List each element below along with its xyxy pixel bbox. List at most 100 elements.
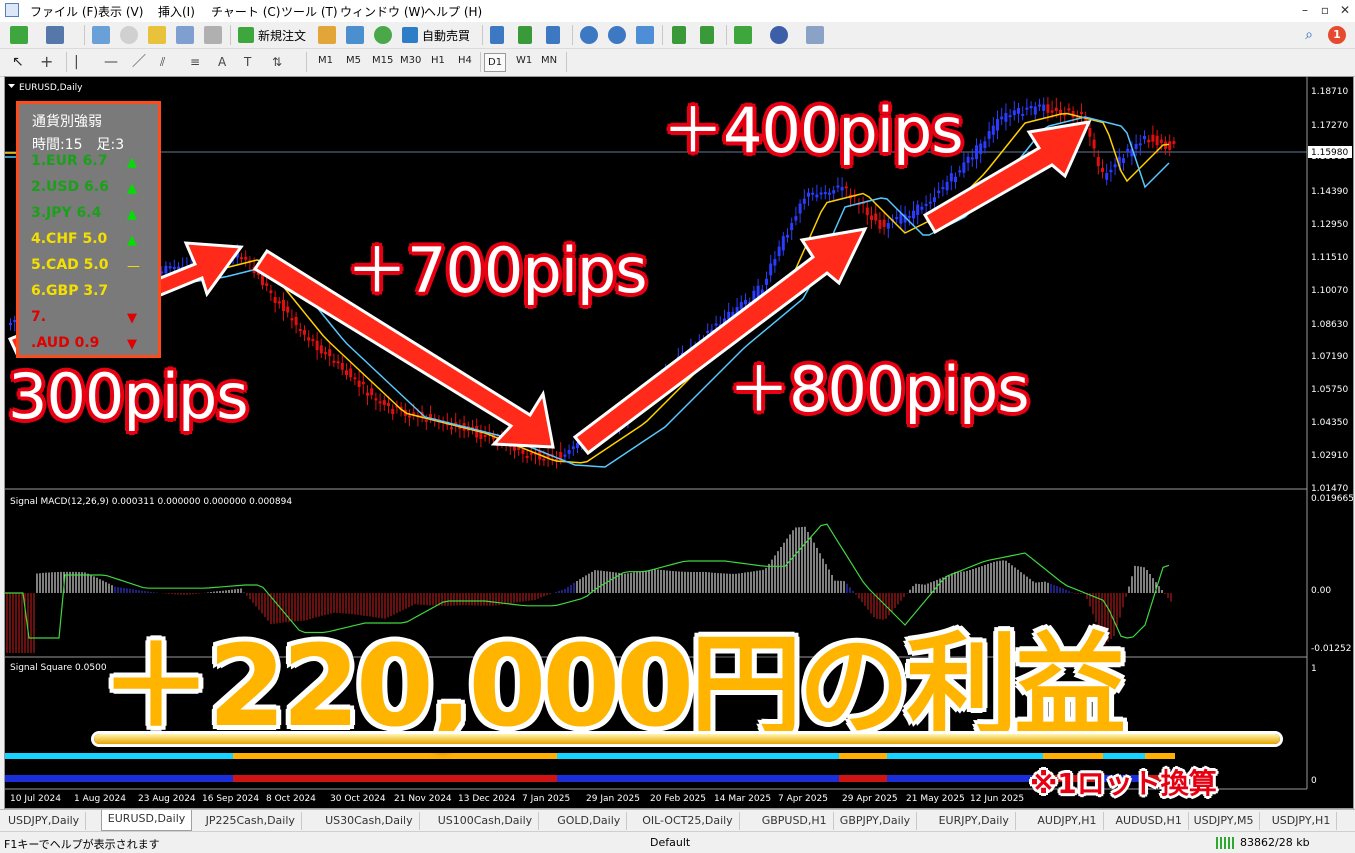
chart-tab[interactable]: GBPJPY,Daily: [834, 812, 918, 830]
menu-help[interactable]: ヘルプ (H): [424, 3, 482, 20]
square-strip-2: [551, 775, 557, 782]
metaeditor-icon[interactable]: [318, 26, 336, 44]
chart-tab[interactable]: US100Cash,Daily: [432, 812, 540, 830]
line-chart-icon[interactable]: [546, 26, 560, 44]
timeframe-mn[interactable]: MN: [541, 55, 557, 66]
square-strip-2: [689, 775, 695, 782]
dropdown-triangle-icon[interactable]: [8, 84, 15, 88]
timeframe-h4[interactable]: H4: [458, 55, 472, 66]
fibonacci-icon[interactable]: ≡: [190, 53, 204, 71]
status-traffic: 83862/28 kb: [1240, 836, 1310, 849]
timeframe-m1[interactable]: M1: [318, 55, 333, 66]
candle-body: [525, 455, 529, 458]
bar-chart-icon[interactable]: [490, 26, 504, 44]
periods-icon[interactable]: [770, 26, 788, 44]
square-strip-2: [497, 775, 503, 782]
market-watch-icon[interactable]: [92, 26, 110, 44]
chart-tab[interactable]: AUDJPY,H1: [1031, 812, 1104, 830]
timeframe-m5[interactable]: M5: [346, 55, 361, 66]
menu-file[interactable]: ファイル (F): [30, 3, 98, 20]
restore-button[interactable]: ▫: [1316, 3, 1334, 18]
zoom-in-icon[interactable]: [580, 26, 598, 44]
minimize-button[interactable]: –: [1296, 3, 1314, 18]
candle-body: [878, 219, 882, 229]
text-icon[interactable]: A: [218, 53, 232, 71]
notification-badge[interactable]: 1: [1328, 26, 1346, 44]
chart-tab[interactable]: USDJPY,Daily: [2, 812, 87, 830]
channel-icon[interactable]: ⫽: [160, 53, 174, 71]
menu-view[interactable]: 表示 (V): [98, 3, 143, 20]
price-tick: 1.18710: [1311, 87, 1348, 97]
square-strip-2: [443, 775, 449, 782]
auto-scroll-icon[interactable]: [672, 26, 686, 44]
timeframe-m15[interactable]: M15: [372, 55, 393, 66]
square-strip-2: [59, 775, 65, 782]
chart-tab[interactable]: AUDUSD,H1: [1110, 812, 1189, 830]
timeframe-h1[interactable]: H1: [431, 55, 445, 66]
chart-tab[interactable]: GBPUSD,H1: [756, 812, 834, 830]
candle-body: [336, 361, 340, 364]
timeframe-w1[interactable]: W1: [516, 55, 532, 66]
search-icon[interactable]: ⌕: [1300, 26, 1318, 44]
candle-body: [1147, 139, 1151, 143]
chart-tab[interactable]: USDJPY,M5: [1188, 812, 1261, 830]
data-window-icon[interactable]: [120, 26, 138, 44]
zoom-out-icon[interactable]: [608, 26, 626, 44]
terminal-icon[interactable]: [176, 26, 194, 44]
templates-icon[interactable]: [806, 26, 824, 44]
cursor-icon[interactable]: ↖: [12, 53, 24, 71]
chart-tab[interactable]: OIL-OCT25,Daily: [636, 812, 740, 830]
timeframe-m30[interactable]: M30: [400, 55, 421, 66]
signals-icon[interactable]: [346, 26, 364, 44]
auto-trade-icon[interactable]: [402, 27, 418, 43]
date-tick: 1 Aug 2024: [74, 794, 126, 804]
vertical-line-icon[interactable]: |: [74, 53, 86, 71]
tile-windows-icon[interactable]: [636, 26, 654, 44]
candlestick-icon[interactable]: [518, 26, 532, 44]
new-order-icon[interactable]: [238, 27, 254, 43]
crosshair-icon[interactable]: +: [40, 53, 54, 71]
chart-tab[interactable]: GOLD,Daily: [551, 812, 628, 830]
timeframe-d1[interactable]: D1: [484, 53, 507, 72]
new-order-button[interactable]: 新規注文: [258, 27, 306, 44]
trendline-icon[interactable]: ／: [132, 53, 146, 71]
chart-tab[interactable]: EURJPY,Daily: [933, 812, 1016, 830]
new-chart-icon[interactable]: [10, 26, 28, 44]
date-tick: 7 Jan 2025: [522, 794, 570, 804]
chart-tab[interactable]: EURUSD,Daily: [100, 810, 193, 831]
strategy-tester-icon[interactable]: [204, 26, 222, 44]
candle-body: [542, 458, 546, 461]
square-strip-2: [779, 775, 785, 782]
close-button[interactable]: ✕: [1336, 3, 1354, 18]
navigator-icon[interactable]: [148, 26, 166, 44]
horizontal-line-icon[interactable]: —: [104, 53, 118, 71]
candle-body: [366, 392, 369, 396]
currency-row-label: 7.: [31, 309, 47, 325]
menu-window[interactable]: ウィンドウ (W): [340, 3, 425, 20]
chart-shift-icon[interactable]: [700, 26, 714, 44]
chart-tab[interactable]: US30Cash,Daily: [319, 812, 420, 830]
square-strip-2: [665, 775, 671, 782]
chart-tab[interactable]: JP225Cash,Daily: [200, 812, 302, 830]
chart-tab[interactable]: USDJPY,H1: [1266, 812, 1338, 830]
text-label-icon[interactable]: T: [244, 53, 258, 71]
auto-trade-button[interactable]: 自動売買: [422, 27, 470, 44]
candle-body: [311, 339, 315, 342]
menu-insert[interactable]: 挿入(I): [158, 3, 195, 20]
profiles-icon[interactable]: [46, 26, 64, 44]
candle-body: [920, 206, 924, 210]
indicators-icon[interactable]: [734, 26, 752, 44]
candle-body: [298, 328, 302, 331]
date-tick: 8 Oct 2024: [266, 794, 316, 804]
square-strip-1: [47, 753, 53, 759]
candle-body: [370, 388, 374, 396]
square-strip-2: [839, 775, 845, 782]
vps-icon[interactable]: [374, 26, 392, 44]
candle-body: [907, 215, 911, 218]
square-strip-2: [137, 775, 143, 782]
square-strip-2: [299, 775, 305, 782]
menu-chart[interactable]: チャート (C): [211, 3, 280, 20]
date-tick: 7 Apr 2025: [778, 794, 828, 804]
menu-tools[interactable]: ツール (T): [281, 3, 338, 20]
arrows-icon[interactable]: ⇅: [272, 53, 290, 71]
